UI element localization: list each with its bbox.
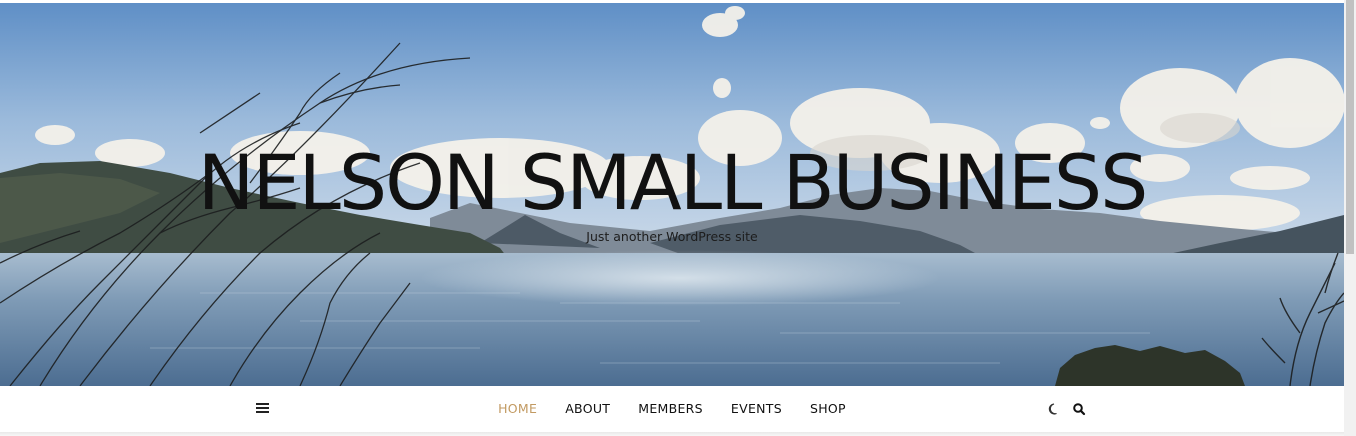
search-icon[interactable] bbox=[1072, 401, 1086, 416]
header-hero-image: NELSON SMALL BUSINESS Just another WordP… bbox=[0, 3, 1344, 386]
navigation-shadow bbox=[0, 432, 1344, 436]
primary-menu: HOME ABOUT MEMBERS EVENTS SHOP bbox=[0, 386, 1344, 432]
hamburger-menu-icon[interactable] bbox=[256, 403, 269, 414]
page: NELSON SMALL BUSINESS Just another WordP… bbox=[0, 0, 1356, 436]
site-tagline: Just another WordPress site bbox=[586, 229, 758, 244]
moon-icon[interactable] bbox=[1047, 401, 1061, 415]
nav-item-events[interactable]: EVENTS bbox=[731, 386, 782, 432]
scrollbar-thumb[interactable] bbox=[1346, 0, 1354, 254]
nav-item-shop[interactable]: SHOP bbox=[810, 386, 846, 432]
main-navigation: HOME ABOUT MEMBERS EVENTS SHOP bbox=[0, 386, 1344, 432]
nav-item-members[interactable]: MEMBERS bbox=[638, 386, 703, 432]
site-title[interactable]: NELSON SMALL BUSINESS bbox=[0, 133, 1344, 233]
page-scrollbar[interactable] bbox=[1344, 0, 1356, 436]
nav-item-about[interactable]: ABOUT bbox=[565, 386, 610, 432]
nav-item-home[interactable]: HOME bbox=[498, 386, 537, 432]
